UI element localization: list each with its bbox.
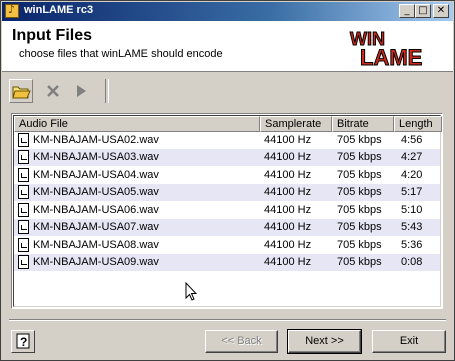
open-folder-icon [12, 86, 31, 99]
delete-icon [47, 85, 59, 97]
close-button[interactable]: ✕ [433, 4, 449, 18]
footer-divider [9, 319, 446, 321]
play-file-button[interactable] [69, 79, 93, 103]
wave-file-icon [18, 168, 29, 182]
help-icon: ? [16, 333, 30, 349]
winlame-logo: WIN LAME [350, 29, 423, 68]
wave-file-icon [18, 150, 29, 164]
wave-file-icon [18, 185, 29, 199]
column-samplerate[interactable]: Samplerate [260, 116, 332, 132]
list-item[interactable]: KM-NBAJAM-USA03.wav 44100 Hz 705 kbps 4:… [14, 149, 440, 166]
next-button[interactable]: Next >> [287, 329, 362, 354]
play-icon [77, 85, 86, 97]
list-item[interactable]: KM-NBAJAM-USA09.wav 44100 Hz 705 kbps 0:… [14, 254, 440, 271]
title-bar[interactable]: winLAME rc3 _ □ ✕ [2, 2, 453, 21]
remove-file-button[interactable] [41, 79, 65, 103]
wave-file-icon [18, 238, 29, 252]
column-audio-file[interactable]: Audio File [14, 116, 260, 132]
help-button[interactable]: ? [11, 330, 35, 353]
list-item[interactable]: KM-NBAJAM-USA04.wav 44100 Hz 705 kbps 4:… [14, 167, 440, 184]
mouse-cursor-icon [185, 282, 197, 301]
page-title: Input Files [12, 27, 92, 44]
minimize-button[interactable]: _ [399, 4, 415, 18]
list-item[interactable]: KM-NBAJAM-USA07.wav 44100 Hz 705 kbps 5:… [14, 219, 440, 236]
toolbar-separator [105, 79, 109, 103]
list-item[interactable]: KM-NBAJAM-USA02.wav 44100 Hz 705 kbps 4:… [14, 132, 440, 149]
svg-text:LAME: LAME [360, 45, 422, 67]
open-files-button[interactable] [9, 79, 33, 103]
list-item[interactable]: KM-NBAJAM-USA06.wav 44100 Hz 705 kbps 5:… [14, 202, 440, 219]
column-bitrate[interactable]: Bitrate [332, 116, 394, 132]
wizard-header: Input Files choose files that winLAME sh… [2, 21, 453, 72]
list-item[interactable]: KM-NBAJAM-USA05.wav 44100 Hz 705 kbps 5:… [14, 184, 440, 201]
window-title: winLAME rc3 [24, 4, 94, 16]
wave-file-icon [18, 133, 29, 147]
file-list[interactable]: Audio File Samplerate Bitrate Length KM-… [11, 113, 443, 309]
main-window: winLAME rc3 _ □ ✕ Input Files choose fil… [0, 0, 455, 361]
column-length[interactable]: Length [394, 116, 442, 132]
svg-text:?: ? [20, 335, 27, 349]
exit-button[interactable]: Exit [372, 330, 446, 353]
wave-file-icon [18, 255, 29, 269]
app-icon[interactable] [5, 3, 19, 18]
wave-file-icon [18, 220, 29, 234]
list-header: Audio File Samplerate Bitrate Length [14, 116, 442, 132]
maximize-button[interactable]: □ [415, 4, 431, 18]
wave-file-icon [18, 203, 29, 217]
list-item[interactable]: KM-NBAJAM-USA08.wav 44100 Hz 705 kbps 5:… [14, 237, 440, 254]
back-button[interactable]: << Back [205, 330, 278, 353]
page-subtitle: choose files that winLAME should encode [19, 48, 223, 60]
